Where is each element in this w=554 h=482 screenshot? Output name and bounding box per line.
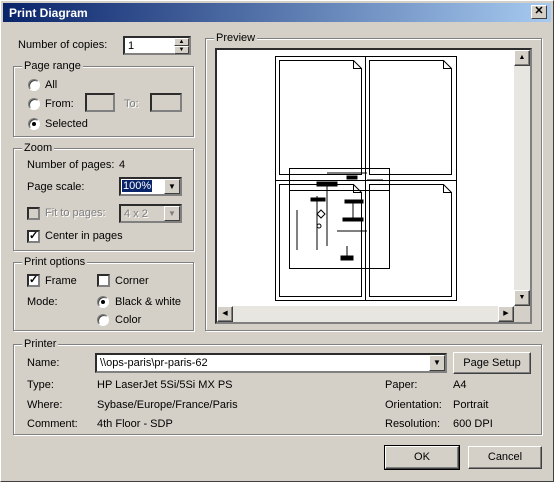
preview-legend: Preview xyxy=(214,32,258,44)
fit-to-pages-select[interactable]: 4 x 2 ▼ xyxy=(119,204,182,223)
dialog-title: Print Diagram xyxy=(9,6,88,20)
scroll-up-icon[interactable]: ▲ xyxy=(514,50,530,66)
printer-comment-label: Comment: xyxy=(27,418,78,430)
paper-label: Paper: xyxy=(385,379,418,391)
from-field[interactable] xyxy=(85,93,115,112)
zoom-legend: Zoom xyxy=(22,142,55,154)
title-bar[interactable]: Print Diagram ✕ xyxy=(3,3,551,22)
vertical-scrollbar[interactable]: ▲ ▼ xyxy=(514,50,530,306)
spin-up-icon[interactable]: ▲ xyxy=(174,38,189,46)
close-icon: ✕ xyxy=(534,5,544,17)
from-label: From: xyxy=(45,98,74,110)
page-setup-button[interactable]: Page Setup xyxy=(453,352,531,374)
print-diagram-dialog: Print Diagram ✕ Number of copies: 1 ▲ ▼ … xyxy=(0,0,554,482)
printer-comment-value: 4th Floor - SDP xyxy=(97,418,173,430)
selected-label: Selected xyxy=(45,118,88,130)
scroll-left-icon[interactable]: ◀ xyxy=(217,306,233,322)
preview-canvas[interactable]: ▲ ▼ ◀ ▶ xyxy=(215,48,532,324)
printer-legend: Printer xyxy=(22,338,59,350)
print-options-group: Print options ✓ Frame Corner Mode: Black… xyxy=(13,256,194,331)
cancel-button[interactable]: Cancel xyxy=(468,446,542,469)
page-range-group: Page range All From: To: Selected xyxy=(13,60,194,137)
printer-type-label: Type: xyxy=(27,379,54,391)
black-white-label: Black & white xyxy=(115,296,182,308)
center-in-pages-checkbox[interactable]: ✓ xyxy=(27,230,40,243)
horizontal-scrollbar[interactable]: ◀ ▶ xyxy=(217,306,514,322)
to-label: To: xyxy=(124,98,139,110)
num-pages-value: 4 xyxy=(119,159,126,171)
scroll-right-icon[interactable]: ▶ xyxy=(498,306,514,322)
fit-to-pages-label: Fit to pages: xyxy=(45,207,106,219)
diagram-preview-image xyxy=(275,56,457,301)
check-icon: ✓ xyxy=(29,230,39,242)
print-options-legend: Print options xyxy=(22,256,88,268)
selected-radio[interactable] xyxy=(28,118,40,130)
copies-value: 1 xyxy=(128,40,135,52)
frame-label: Frame xyxy=(45,275,77,287)
fit-to-pages-value: 4 x 2 xyxy=(124,208,148,220)
copies-stepper[interactable]: 1 ▲ ▼ xyxy=(123,36,191,55)
spin-down-icon[interactable]: ▼ xyxy=(174,46,189,54)
chevron-down-icon[interactable]: ▼ xyxy=(429,355,445,371)
orientation-label: Orientation: xyxy=(385,399,442,411)
center-in-pages-label: Center in pages xyxy=(45,230,123,242)
mode-label: Mode: xyxy=(27,296,58,308)
printer-name-label: Name: xyxy=(27,357,60,369)
close-button[interactable]: ✕ xyxy=(531,5,547,19)
num-pages-label: Number of pages: xyxy=(27,159,115,171)
color-radio[interactable] xyxy=(97,314,109,326)
from-radio[interactable] xyxy=(28,98,40,110)
chevron-down-icon[interactable]: ▼ xyxy=(164,179,180,194)
frame-checkbox[interactable]: ✓ xyxy=(27,274,40,287)
scroll-down-icon[interactable]: ▼ xyxy=(514,290,530,306)
printer-where-label: Where: xyxy=(27,399,63,411)
check-icon: ✓ xyxy=(29,274,39,286)
page-scale-value: 100% xyxy=(122,180,153,192)
page-scale-select[interactable]: 100% ▼ xyxy=(119,177,182,196)
corner-label: Corner xyxy=(115,275,149,287)
preview-group: Preview ▲ ▼ ◀ ▶ xyxy=(205,32,542,331)
fit-to-pages-checkbox[interactable] xyxy=(27,207,40,220)
page-range-legend: Page range xyxy=(22,60,83,72)
ok-button[interactable]: OK xyxy=(384,445,460,470)
printer-type-value: HP LaserJet 5Si/5Si MX PS xyxy=(97,379,233,391)
resolution-value: 600 DPI xyxy=(453,418,493,430)
printer-where-value: Sybase/Europe/France/Paris xyxy=(97,399,238,411)
printer-name-value: \\ops-paris\pr-paris-62 xyxy=(100,357,208,369)
to-field[interactable] xyxy=(150,93,182,112)
chevron-down-icon[interactable]: ▼ xyxy=(164,206,180,221)
black-white-radio[interactable] xyxy=(97,296,109,308)
copies-label: Number of copies: xyxy=(18,39,108,51)
printer-group: Printer Name: \\ops-paris\pr-paris-62 ▼ … xyxy=(13,338,542,435)
all-radio[interactable] xyxy=(28,79,40,91)
corner-checkbox[interactable] xyxy=(97,274,110,287)
paper-value: A4 xyxy=(453,379,467,391)
resolution-label: Resolution: xyxy=(385,418,441,430)
printer-name-select[interactable]: \\ops-paris\pr-paris-62 ▼ xyxy=(95,353,447,373)
all-label: All xyxy=(45,79,58,91)
orientation-value: Portrait xyxy=(453,399,489,411)
scroll-corner xyxy=(514,306,530,322)
zoom-group: Zoom Number of pages: 4 Page scale: 100%… xyxy=(13,142,194,251)
color-label: Color xyxy=(115,314,142,326)
page-scale-label: Page scale: xyxy=(27,181,85,193)
